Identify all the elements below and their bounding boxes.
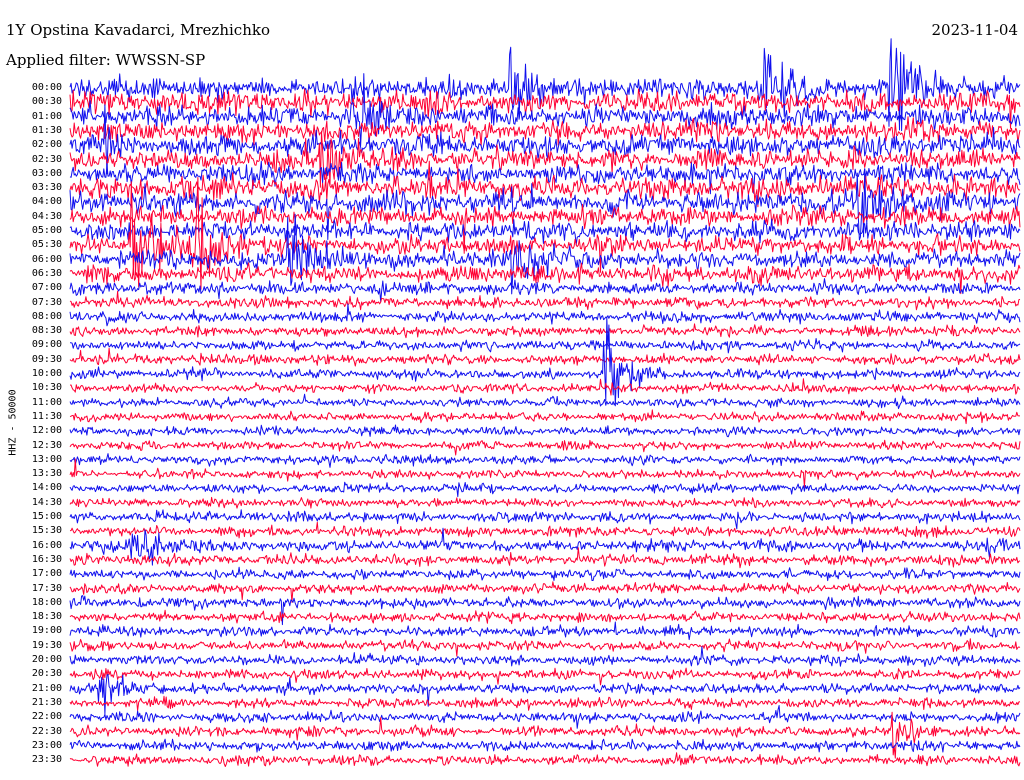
time-label-1700: 17:00 bbox=[31, 568, 62, 580]
trace-1500 bbox=[69, 509, 1021, 530]
trace-2200 bbox=[69, 705, 1021, 729]
trace-0900 bbox=[69, 338, 1021, 354]
trace-1530 bbox=[69, 521, 1021, 539]
trace-1900 bbox=[69, 621, 1021, 641]
time-label-0600: 06:00 bbox=[31, 253, 62, 265]
time-label-1030: 10:30 bbox=[31, 382, 62, 394]
helicorder-plot bbox=[69, 38, 1021, 767]
time-label-0830: 08:30 bbox=[31, 325, 62, 337]
trace-1230 bbox=[69, 438, 1021, 456]
time-label-1630: 16:30 bbox=[31, 553, 62, 565]
time-label-1230: 12:30 bbox=[31, 439, 62, 451]
time-label-2100: 21:00 bbox=[31, 682, 62, 694]
trace-0800 bbox=[69, 303, 1021, 327]
time-label-1100: 11:00 bbox=[31, 396, 62, 408]
trace-0030 bbox=[69, 88, 1021, 129]
time-label-2200: 22:00 bbox=[31, 711, 62, 723]
time-label-2000: 20:00 bbox=[31, 654, 62, 665]
time-label-1200: 12:00 bbox=[31, 425, 62, 437]
time-label-0630: 06:30 bbox=[31, 267, 62, 279]
seismic-traces bbox=[69, 38, 1021, 767]
trace-2300 bbox=[69, 738, 1021, 753]
trace-0930 bbox=[69, 347, 1021, 367]
trace-1100 bbox=[69, 393, 1021, 410]
time-label-0000: 00:00 bbox=[31, 82, 62, 93]
time-label-1900: 19:00 bbox=[31, 625, 62, 637]
time-label-0230: 02:30 bbox=[31, 153, 62, 165]
time-label-1830: 18:30 bbox=[31, 611, 62, 623]
time-label-2330: 23:30 bbox=[31, 754, 62, 766]
trace-2330 bbox=[69, 752, 1021, 767]
time-label-1330: 13:30 bbox=[31, 468, 62, 480]
trace-1130 bbox=[69, 409, 1020, 425]
trace-1630 bbox=[69, 547, 1021, 569]
trace-0830 bbox=[69, 323, 1021, 339]
time-label-0400: 04:00 bbox=[31, 196, 62, 208]
time-label-1930: 19:30 bbox=[31, 639, 62, 651]
time-label-0900: 09:00 bbox=[31, 339, 62, 351]
time-label-1400: 14:00 bbox=[31, 482, 62, 494]
time-label-1130: 11:30 bbox=[31, 410, 62, 422]
time-label-0430: 04:30 bbox=[31, 210, 62, 222]
trace-2000 bbox=[69, 646, 1021, 667]
time-label-0530: 05:30 bbox=[31, 239, 62, 251]
trace-1730 bbox=[69, 581, 1021, 603]
time-axis-labels: 00:00 00:30 01:00 01:30 02:00 02:30 03:00 03:30… bbox=[0, 0, 80, 780]
time-label-1500: 15:00 bbox=[31, 511, 62, 522]
time-label-2300: 23:00 bbox=[31, 739, 62, 751]
time-label-0300: 03:00 bbox=[31, 167, 62, 179]
trace-2130 bbox=[69, 695, 1021, 711]
time-label-0130: 01:30 bbox=[31, 124, 62, 136]
time-label-0330: 03:30 bbox=[31, 182, 62, 194]
trace-2030 bbox=[69, 667, 1021, 686]
trace-1200 bbox=[69, 424, 1021, 438]
time-label-2130: 21:30 bbox=[31, 696, 62, 708]
time-label-1800: 18:00 bbox=[31, 596, 62, 608]
trace-2100 bbox=[69, 673, 1021, 715]
trace-1700 bbox=[69, 566, 1021, 582]
time-label-0030: 00:30 bbox=[31, 96, 62, 108]
trace-1300 bbox=[69, 453, 1021, 468]
trace-1830 bbox=[69, 609, 1021, 625]
trace-1030 bbox=[69, 378, 1021, 396]
trace-1430 bbox=[69, 496, 1021, 509]
trace-1800 bbox=[69, 595, 1021, 626]
time-label-2030: 20:30 bbox=[31, 668, 62, 680]
time-label-0700: 07:00 bbox=[31, 282, 62, 294]
trace-0530 bbox=[69, 177, 1021, 290]
time-label-1000: 10:00 bbox=[31, 368, 62, 379]
time-label-1430: 14:30 bbox=[31, 496, 62, 508]
plot-date: 2023-11-04 bbox=[931, 21, 1018, 39]
time-label-1530: 15:30 bbox=[31, 525, 62, 537]
trace-1400 bbox=[69, 481, 1021, 498]
time-label-0100: 01:00 bbox=[31, 110, 62, 122]
time-label-0930: 09:30 bbox=[31, 353, 62, 365]
time-label-1730: 17:30 bbox=[31, 582, 62, 594]
time-label-0500: 05:00 bbox=[31, 225, 62, 236]
time-label-0800: 08:00 bbox=[31, 310, 62, 322]
trace-0600 bbox=[69, 213, 1021, 295]
time-label-1300: 13:00 bbox=[31, 453, 62, 465]
time-label-1600: 16:00 bbox=[31, 539, 62, 551]
trace-0730 bbox=[69, 290, 1021, 311]
time-label-0200: 02:00 bbox=[31, 139, 62, 151]
time-label-0730: 07:30 bbox=[31, 296, 62, 308]
trace-0700 bbox=[69, 278, 1021, 303]
time-label-2230: 22:30 bbox=[31, 725, 62, 737]
trace-1930 bbox=[69, 638, 1021, 657]
